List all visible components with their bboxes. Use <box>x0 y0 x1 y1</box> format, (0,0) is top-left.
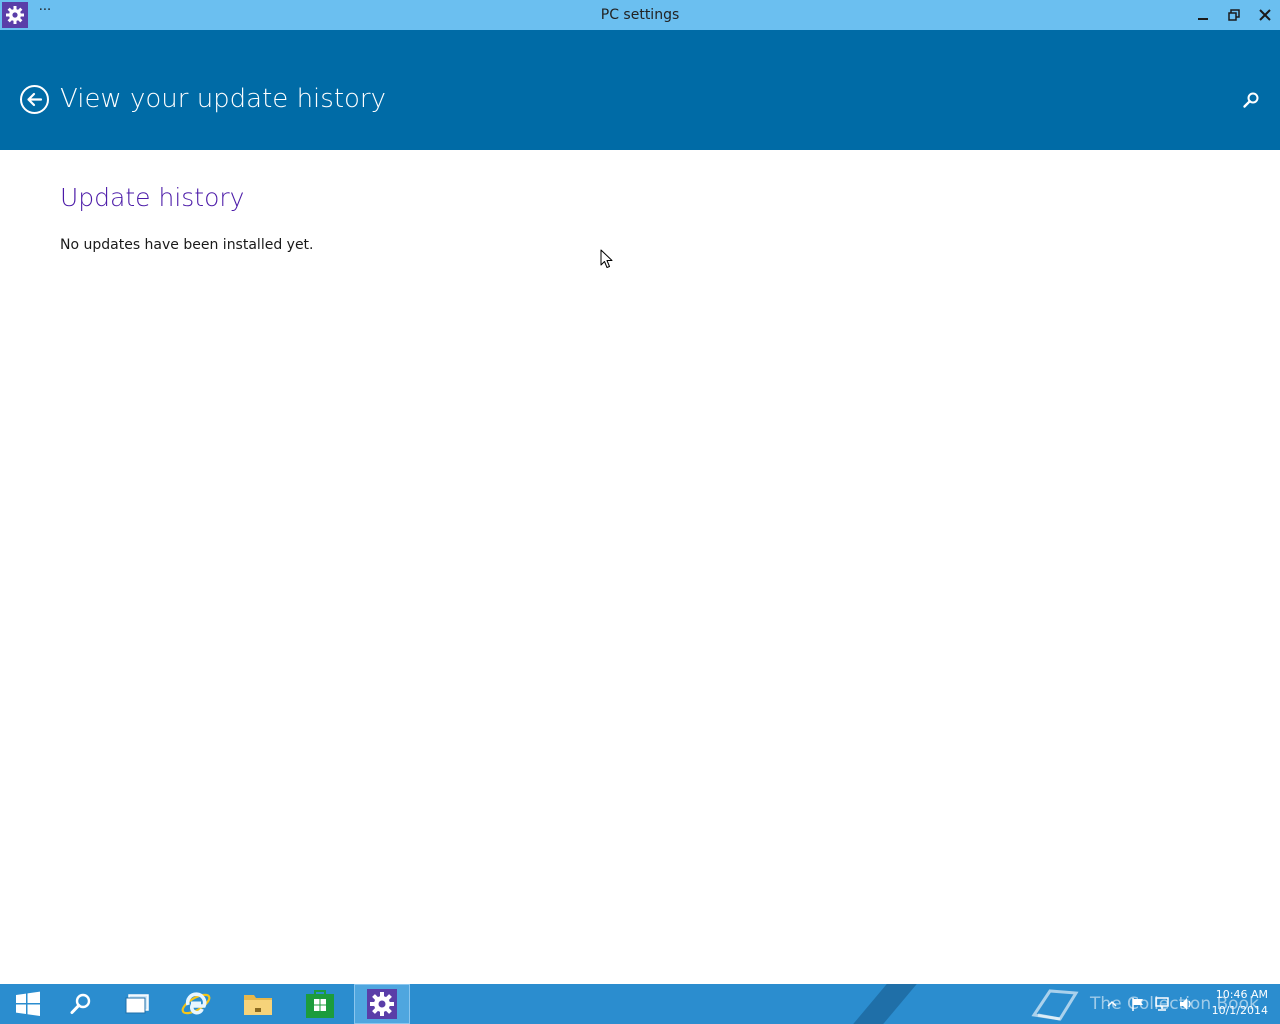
speaker-icon <box>1180 998 1191 1010</box>
empty-state-message: No updates have been installed yet. <box>60 237 314 253</box>
volume-button[interactable] <box>1176 984 1196 1024</box>
page-title: View your update history <box>60 84 386 114</box>
taskbar-search-button[interactable] <box>53 984 109 1024</box>
restore-button[interactable] <box>1219 0 1249 30</box>
store-icon <box>306 990 334 1018</box>
network-icon <box>1155 997 1169 1011</box>
taskbar-decoration <box>853 984 917 1024</box>
search-icon <box>70 993 91 1014</box>
section-title: Update history <box>60 183 245 212</box>
window-title: PC settings <box>600 7 680 23</box>
pc-settings-taskbar-button[interactable] <box>354 984 410 1024</box>
search-button[interactable] <box>1240 89 1262 111</box>
back-arrow-icon <box>20 85 49 114</box>
file-explorer-button[interactable] <box>230 984 286 1024</box>
store-button[interactable] <box>292 984 348 1024</box>
search-icon <box>1243 92 1259 108</box>
internet-explorer-button[interactable] <box>168 984 224 1024</box>
folder-icon <box>244 995 272 1015</box>
gear-icon <box>367 989 397 1019</box>
start-button[interactable] <box>0 984 56 1024</box>
action-center-button[interactable] <box>1128 984 1148 1024</box>
minimize-button[interactable] <box>1188 0 1218 30</box>
app-commands-button[interactable]: ··· <box>36 4 54 24</box>
show-hidden-icons-button[interactable] <box>1104 984 1120 1024</box>
title-bar: ··· PC settings <box>0 0 1280 30</box>
task-view-button[interactable] <box>109 984 165 1024</box>
back-button[interactable] <box>19 84 50 115</box>
task-view-icon <box>125 994 149 1014</box>
restore-icon <box>1228 9 1240 21</box>
clock-time: 10:46 AM <box>1215 988 1268 1001</box>
internet-explorer-icon <box>181 992 211 1015</box>
minimize-icon <box>1198 18 1208 20</box>
network-button[interactable] <box>1152 984 1172 1024</box>
clock-date: 10/1/2014 <box>1211 1004 1268 1017</box>
book-logo-icon <box>1031 989 1079 1021</box>
app-gear-icon[interactable] <box>2 2 28 28</box>
clock[interactable]: 10:46 AM 10/1/2014 <box>1196 987 1268 1019</box>
close-icon <box>1259 9 1271 21</box>
page-header: View your update history <box>0 30 1280 150</box>
flag-icon <box>1132 998 1143 1011</box>
close-button[interactable] <box>1250 0 1280 30</box>
windows-logo-icon <box>16 991 40 1016</box>
mouse-cursor-icon <box>600 249 613 268</box>
chevron-up-icon <box>1107 1000 1117 1007</box>
